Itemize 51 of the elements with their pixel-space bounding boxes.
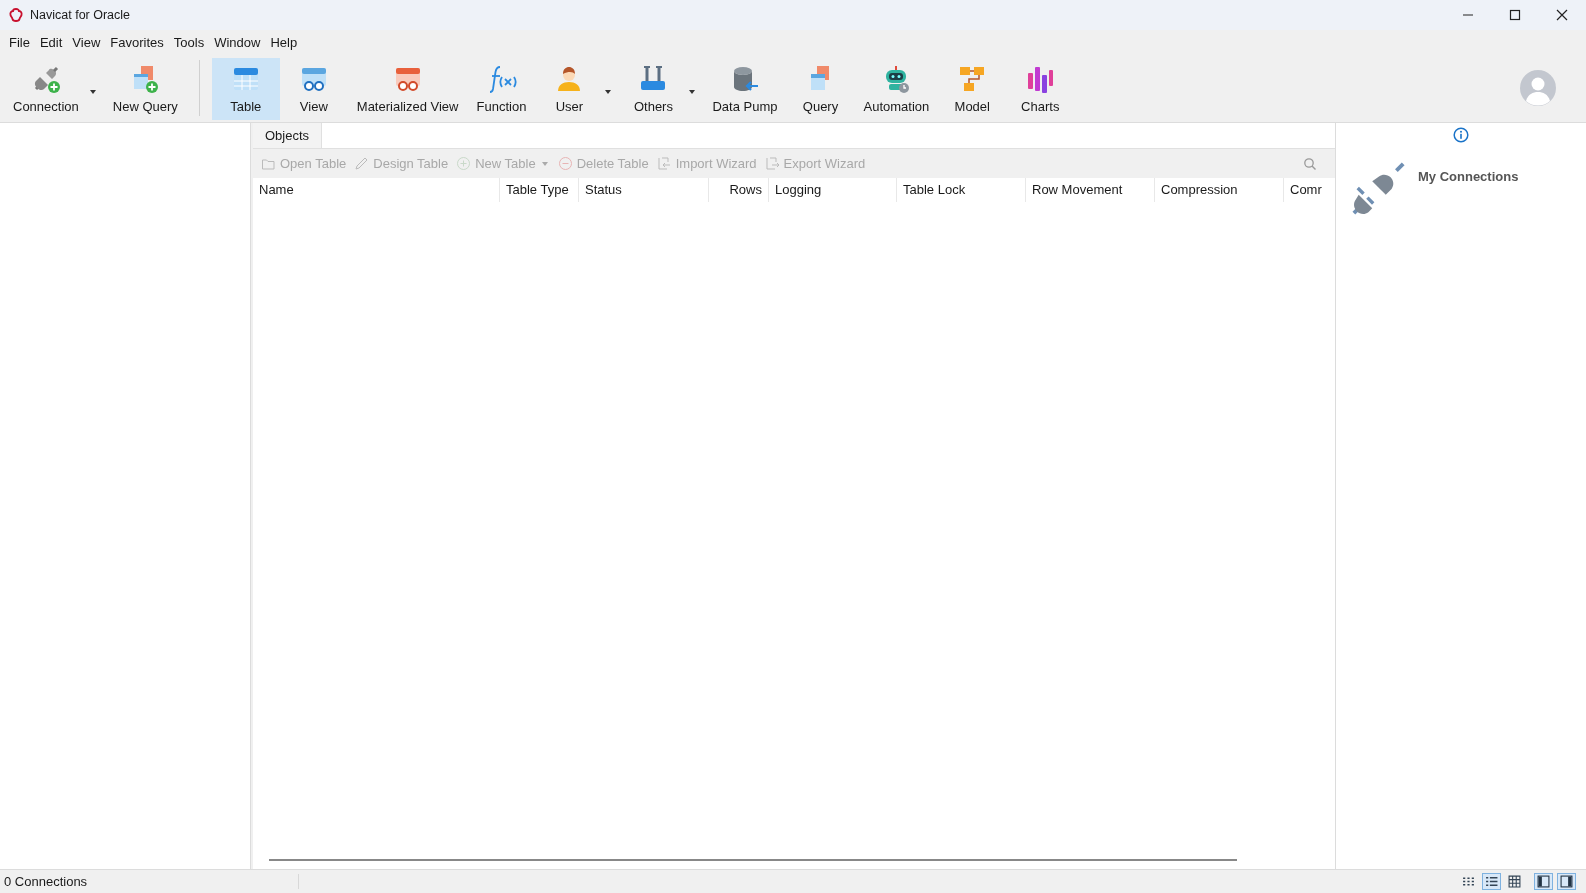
left-panel-toggle-icon[interactable] [1534, 873, 1553, 890]
minus-circle-icon [557, 156, 573, 171]
toolbar-button[interactable]: Automation [854, 58, 939, 120]
horizontal-scrollbar[interactable] [269, 859, 1237, 861]
plus-circle-icon [456, 156, 472, 171]
toolbar-button[interactable]: Data Pump [703, 58, 787, 120]
toolbar-button[interactable]: New Query [103, 58, 187, 120]
tab[interactable]: Objects [253, 123, 323, 148]
toolbar-button[interactable]: User [535, 58, 604, 120]
toolbar-button[interactable]: Charts [1006, 58, 1075, 120]
app-logo-icon [8, 7, 24, 23]
caret-icon[interactable] [689, 90, 696, 94]
column-header[interactable]: Rows [709, 178, 769, 202]
caret-icon[interactable] [605, 90, 612, 94]
menu-item[interactable]: Window [209, 34, 266, 50]
menu-item[interactable]: Help [265, 34, 303, 50]
toolbar-button[interactable]: Model [938, 58, 1007, 120]
maximize-icon[interactable] [1509, 9, 1521, 21]
toolbar-button[interactable]: View [279, 58, 348, 120]
export-icon [764, 156, 780, 171]
column-header[interactable]: Comr [1284, 178, 1324, 202]
info-icon[interactable] [1453, 127, 1469, 143]
toolbar-button[interactable]: Connection [4, 58, 88, 120]
column-header[interactable]: Name [253, 178, 500, 202]
grid-view-icon[interactable] [1505, 873, 1524, 890]
column-header[interactable]: Table Lock [897, 178, 1026, 202]
menu-item[interactable]: File [4, 34, 35, 50]
column-header[interactable]: Row Movement [1026, 178, 1155, 202]
folder-icon [261, 156, 276, 171]
menu-item[interactable]: Edit [34, 34, 68, 50]
toolbar-button[interactable]: Table [211, 58, 280, 120]
toolbar-button[interactable]: Materialized View [347, 58, 468, 120]
column-header[interactable]: Table Type [500, 178, 579, 202]
menu-item[interactable]: Tools [168, 34, 210, 50]
list-view-icon[interactable] [1482, 873, 1501, 890]
menu-item[interactable]: View [67, 34, 106, 50]
column-header[interactable]: Status [579, 178, 709, 202]
menu-item[interactable]: Favorites [105, 34, 169, 50]
toolbar-button[interactable]: Function [467, 58, 536, 120]
toolbar-button[interactable]: Query [786, 58, 855, 120]
status-text: 0 Connections [0, 874, 299, 889]
pencil-icon [354, 156, 370, 171]
close-icon[interactable] [1556, 9, 1568, 21]
right-panel-toggle-icon[interactable] [1557, 873, 1576, 890]
window-title: Navicat for Oracle [30, 8, 131, 22]
panel-title: My Connections [1418, 169, 1519, 184]
column-header[interactable]: Compression [1155, 178, 1284, 202]
toolbar-button[interactable]: Others [619, 58, 688, 120]
column-header[interactable]: Logging [769, 178, 897, 202]
caret-icon[interactable] [89, 90, 96, 94]
import-icon [656, 156, 672, 171]
